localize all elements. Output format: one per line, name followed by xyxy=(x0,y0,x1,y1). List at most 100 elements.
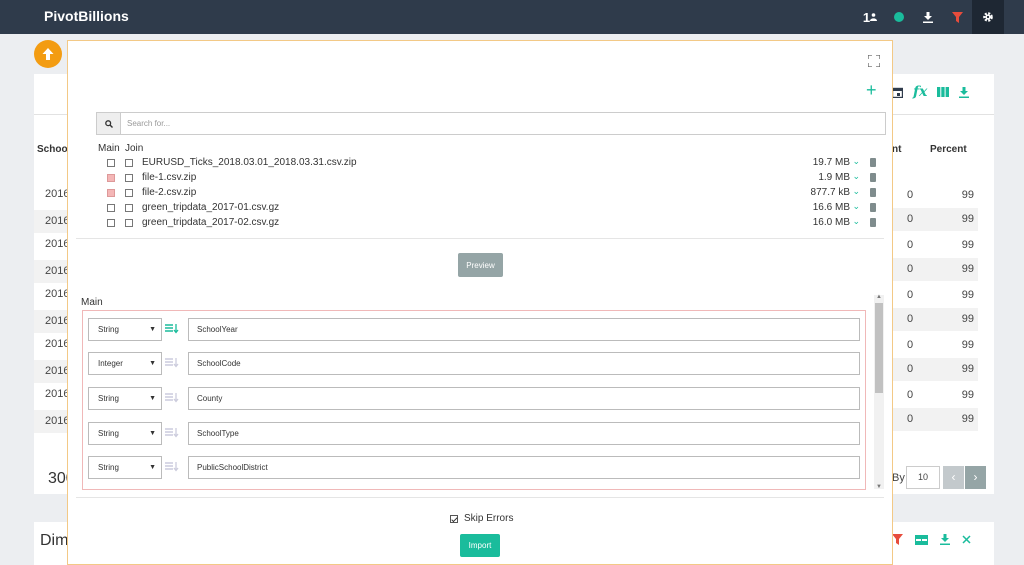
join-checkbox[interactable] xyxy=(125,174,133,182)
table-icon[interactable] xyxy=(915,534,928,545)
main-checkbox[interactable] xyxy=(107,159,115,167)
type-select[interactable]: String ▼ xyxy=(88,456,162,479)
chevron-down-icon[interactable]: ⌄ xyxy=(852,171,860,182)
user-count: 1 xyxy=(862,9,871,25)
filter-icon[interactable] xyxy=(892,534,903,545)
schema-list: String ▼ SchoolYear Integer ▼ SchoolCode S… xyxy=(82,310,866,490)
sort-icon[interactable] xyxy=(165,324,179,334)
upload-button[interactable] xyxy=(34,40,62,68)
columns-icon[interactable] xyxy=(937,87,950,97)
sort-icon[interactable] xyxy=(165,462,179,472)
download-icon[interactable] xyxy=(959,86,970,98)
table-row: 0 99 xyxy=(907,339,974,351)
file-size: 16.6 MB xyxy=(812,202,850,213)
table-row: 0 99 xyxy=(892,308,978,331)
page-size-input[interactable]: 10 xyxy=(906,466,940,489)
add-file-icon[interactable]: + xyxy=(866,81,877,99)
file-row[interactable]: file-1.csv.zip 1.9 MB ⌄ xyxy=(98,171,888,186)
brand-logo[interactable]: PivotBillions xyxy=(44,8,129,24)
expand-icon[interactable] xyxy=(868,55,880,67)
trash-icon[interactable] xyxy=(870,218,876,227)
table-row: 0 99 xyxy=(907,389,974,401)
table-cell: 2016 xyxy=(34,310,69,333)
file-size: 19.7 MB xyxy=(812,157,850,168)
sort-icon[interactable] xyxy=(165,393,179,403)
schema-row: Integer ▼ SchoolCode xyxy=(88,352,863,375)
trash-icon[interactable] xyxy=(870,173,876,182)
table-cell: 2016 xyxy=(34,410,69,433)
join-checkbox[interactable] xyxy=(125,204,133,212)
field-name-input[interactable]: SchoolYear xyxy=(188,318,860,341)
table-row: 0 99 xyxy=(907,189,974,201)
field-name-input[interactable]: County xyxy=(188,387,860,410)
import-button[interactable]: Import xyxy=(460,534,500,557)
skip-errors-option[interactable]: Skip Errors xyxy=(450,513,513,524)
table-row: 0 99 xyxy=(907,239,974,251)
column-header-partial[interactable]: nt xyxy=(892,144,901,155)
file-name: file-2.csv.zip xyxy=(142,187,197,198)
chevron-down-icon[interactable]: ⌄ xyxy=(852,186,860,197)
join-checkbox[interactable] xyxy=(125,219,133,227)
type-select[interactable]: String ▼ xyxy=(88,387,162,410)
field-name-input[interactable]: SchoolType xyxy=(188,422,860,445)
chevron-down-icon[interactable]: ⌄ xyxy=(852,156,860,167)
field-name-input[interactable]: PublicSchoolDistrict xyxy=(188,456,860,479)
table-row: 0 99 xyxy=(907,289,974,301)
page-size-label: By xyxy=(892,472,905,484)
search-icon xyxy=(97,113,121,134)
close-icon[interactable] xyxy=(962,535,971,544)
sort-icon[interactable] xyxy=(165,428,179,438)
type-select[interactable]: String ▼ xyxy=(88,422,162,445)
calendar-icon[interactable] xyxy=(892,87,903,98)
schema-row: String ▼ SchoolYear xyxy=(88,318,863,341)
schema-section-label: Main xyxy=(81,297,103,308)
sort-icon[interactable] xyxy=(165,358,179,368)
download-icon[interactable] xyxy=(914,0,942,34)
status-dot-icon[interactable] xyxy=(885,0,913,34)
file-row[interactable]: file-2.csv.zip 877.7 kB ⌄ xyxy=(98,186,888,201)
main-checkbox[interactable] xyxy=(107,174,115,182)
preview-button[interactable]: Preview xyxy=(458,253,503,277)
type-select[interactable]: Integer ▼ xyxy=(88,352,162,375)
skip-errors-checkbox[interactable] xyxy=(450,514,458,523)
table-row: 0 99 xyxy=(892,258,978,281)
main-checkbox[interactable] xyxy=(107,189,115,197)
trash-icon[interactable] xyxy=(870,188,876,197)
gear-icon[interactable] xyxy=(972,0,1004,34)
file-row[interactable]: green_tripdata_2017-01.csv.gz 16.6 MB ⌄ xyxy=(98,201,888,216)
column-header-main: Main xyxy=(98,143,120,154)
prev-page-button[interactable]: ‹ xyxy=(943,466,964,489)
table-cell: 2016 xyxy=(34,360,69,383)
formula-icon[interactable]: fx xyxy=(913,84,927,100)
join-checkbox[interactable] xyxy=(125,189,133,197)
chevron-down-icon[interactable]: ⌄ xyxy=(852,216,860,227)
file-row[interactable]: green_tripdata_2017-02.csv.gz 16.0 MB ⌄ xyxy=(98,216,888,231)
table-row: 0 99 xyxy=(892,408,978,431)
chevron-down-icon[interactable]: ⌄ xyxy=(852,201,860,212)
file-row[interactable]: EURUSD_Ticks_2018.03.01_2018.03.31.csv.z… xyxy=(98,156,888,171)
user-count-icon[interactable]: 1 xyxy=(858,0,882,34)
main-checkbox[interactable] xyxy=(107,204,115,212)
file-name: green_tripdata_2017-02.csv.gz xyxy=(142,217,280,228)
skip-errors-label: Skip Errors xyxy=(464,513,514,524)
main-checkbox[interactable] xyxy=(107,219,115,227)
schema-row: String ▼ PublicSchoolDistrict xyxy=(88,456,863,479)
field-name-input[interactable]: SchoolCode xyxy=(188,352,860,375)
download-icon[interactable] xyxy=(940,534,950,545)
panel-title: Dim xyxy=(40,532,69,549)
scroll-thumb[interactable] xyxy=(875,303,883,393)
trash-icon[interactable] xyxy=(870,158,876,167)
user-icon xyxy=(870,13,878,21)
column-header-school[interactable]: School xyxy=(37,144,70,155)
file-size: 1.9 MB xyxy=(818,172,850,183)
filter-icon[interactable] xyxy=(943,0,971,34)
join-checkbox[interactable] xyxy=(125,159,133,167)
next-page-button[interactable]: › xyxy=(965,466,986,489)
search-input[interactable] xyxy=(121,113,885,134)
schema-scrollbar[interactable]: ▲ ▼ xyxy=(874,294,884,490)
table-toolbar: fx xyxy=(892,84,970,100)
column-header-percent[interactable]: Percent xyxy=(930,144,967,155)
import-modal: + Main Join EURUSD_Ticks_2018.03.01_2018… xyxy=(67,40,893,565)
type-select[interactable]: String ▼ xyxy=(88,318,162,341)
trash-icon[interactable] xyxy=(870,203,876,212)
